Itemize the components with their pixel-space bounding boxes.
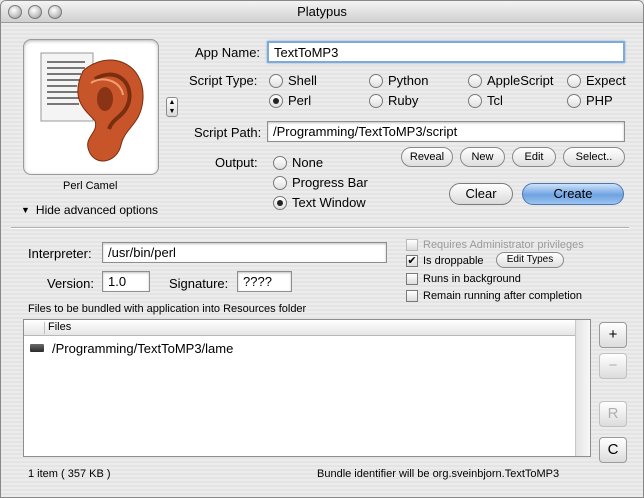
file-icon — [30, 344, 44, 352]
reveal-file-button[interactable]: R — [599, 401, 627, 427]
radio-icon — [468, 73, 482, 88]
signature-label: Signature: — [169, 276, 229, 291]
checkbox-icon — [406, 273, 418, 285]
radio-label: AppleScript — [487, 73, 554, 88]
section-divider — [11, 227, 629, 228]
is-droppable-checkbox[interactable]: ✔ Is droppable — [406, 255, 484, 267]
minimize-window-button[interactable] — [28, 5, 42, 19]
remove-file-button[interactable]: − — [599, 353, 627, 379]
disclosure-triangle-icon: ▼ — [21, 205, 30, 215]
advanced-options-label: Hide advanced options — [35, 203, 159, 217]
app-name-label: App Name: — [195, 45, 261, 60]
advanced-options-toggle[interactable]: ▼ Hide advanced options — [21, 203, 158, 217]
radio-label: Progress Bar — [292, 175, 368, 190]
script-path-field[interactable]: /Programming/TextToMP3/script — [267, 121, 625, 142]
radio-label: Ruby — [388, 93, 419, 108]
checkbox-label: Requires Administrator privileges — [423, 239, 584, 251]
signature-field[interactable]: ???? — [237, 271, 292, 292]
edit-button[interactable]: Edit — [512, 147, 556, 167]
edit-types-button[interactable]: Edit Types — [496, 252, 564, 268]
radio-icon — [567, 93, 581, 108]
radio-selected-icon — [269, 93, 283, 108]
clear-files-button[interactable]: C — [599, 437, 627, 463]
reveal-button[interactable]: Reveal — [401, 147, 453, 167]
checkbox-icon — [406, 239, 418, 251]
version-label: Version: — [47, 276, 94, 291]
output-label: Output: — [215, 155, 258, 170]
checkbox-label: Is droppable — [423, 255, 484, 267]
up-arrow-icon: ▲ — [168, 99, 176, 106]
radio-label: Expect — [586, 73, 626, 88]
script-type-python[interactable]: Python — [369, 73, 428, 88]
create-button[interactable]: Create — [522, 183, 624, 205]
checkbox-label: Runs in background — [423, 273, 521, 285]
bundle-identifier: Bundle identifier will be org.sveinbjorn… — [317, 468, 560, 480]
script-type-applescript[interactable]: AppleScript — [468, 73, 553, 88]
checkmark-icon: ✔ — [406, 255, 418, 267]
bundle-heading: Files to be bundled with application int… — [28, 303, 307, 315]
down-arrow-icon: ▼ — [168, 108, 176, 115]
app-name-field[interactable]: TextToMP3 — [267, 41, 625, 63]
script-type-shell[interactable]: Shell — [269, 73, 317, 88]
app-icon-well[interactable] — [23, 39, 159, 175]
close-window-button[interactable] — [8, 5, 22, 19]
table-scrollbar[interactable] — [575, 320, 590, 456]
new-button[interactable]: New — [460, 147, 505, 167]
remain-running-checkbox[interactable]: Remain running after completion — [406, 290, 582, 302]
clear-button[interactable]: Clear — [449, 183, 513, 205]
output-text-window[interactable]: Text Window — [273, 195, 366, 210]
radio-selected-icon — [273, 195, 287, 210]
script-type-tcl[interactable]: Tcl — [468, 93, 503, 108]
radio-label: Text Window — [292, 195, 366, 210]
icon-caption: Perl Camel — [63, 180, 118, 192]
title-bar: Platypus — [1, 1, 643, 23]
radio-icon — [273, 175, 287, 190]
interpreter-label: Interpreter: — [28, 246, 92, 261]
bundled-files-table[interactable]: Files /Programming/TextToMP3/lame — [23, 319, 591, 457]
radio-label: Tcl — [487, 93, 503, 108]
radio-label: Perl — [288, 93, 312, 108]
radio-label: None — [292, 155, 324, 170]
interpreter-field[interactable]: /usr/bin/perl — [102, 242, 387, 263]
script-path-label: Script Path: — [194, 125, 262, 140]
radio-icon — [369, 93, 383, 108]
main-window: Platypus Perl Camel ▲ ▼ ▼ Hide advanced o… — [0, 0, 644, 498]
radio-icon — [369, 73, 383, 88]
radio-label: Python — [388, 73, 429, 88]
column-separator — [44, 322, 45, 334]
files-column-title: Files — [48, 321, 72, 333]
icon-stepper[interactable]: ▲ ▼ — [166, 97, 178, 117]
radio-icon — [468, 93, 482, 108]
checkbox-label: Remain running after completion — [423, 290, 582, 302]
radio-icon — [273, 155, 287, 170]
file-path: /Programming/TextToMP3/lame — [52, 340, 234, 356]
select-script-button[interactable]: Select.. — [563, 147, 625, 167]
output-none[interactable]: None — [273, 155, 323, 170]
output-progress-bar[interactable]: Progress Bar — [273, 175, 368, 190]
script-type-perl[interactable]: Perl — [269, 93, 311, 108]
zoom-window-button[interactable] — [48, 5, 62, 19]
window-title: Platypus — [297, 4, 347, 19]
script-type-expect[interactable]: Expect — [567, 73, 626, 88]
ear-icon — [40, 52, 144, 162]
version-field[interactable]: 1.0 — [102, 271, 150, 292]
file-count: 1 item ( 357 KB ) — [28, 468, 111, 480]
radio-label: PHP — [586, 93, 613, 108]
radio-icon — [567, 73, 581, 88]
script-type-php[interactable]: PHP — [567, 93, 613, 108]
script-type-ruby[interactable]: Ruby — [369, 93, 418, 108]
script-type-label: Script Type: — [189, 73, 258, 88]
table-row[interactable]: /Programming/TextToMP3/lame — [24, 338, 590, 358]
checkbox-icon — [406, 290, 418, 302]
radio-icon — [269, 73, 283, 88]
files-column-header[interactable]: Files — [24, 320, 590, 336]
runs-in-background-checkbox[interactable]: Runs in background — [406, 273, 521, 285]
add-file-button[interactable]: + — [599, 322, 627, 348]
requires-admin-checkbox[interactable]: Requires Administrator privileges — [406, 239, 584, 251]
radio-label: Shell — [288, 73, 317, 88]
